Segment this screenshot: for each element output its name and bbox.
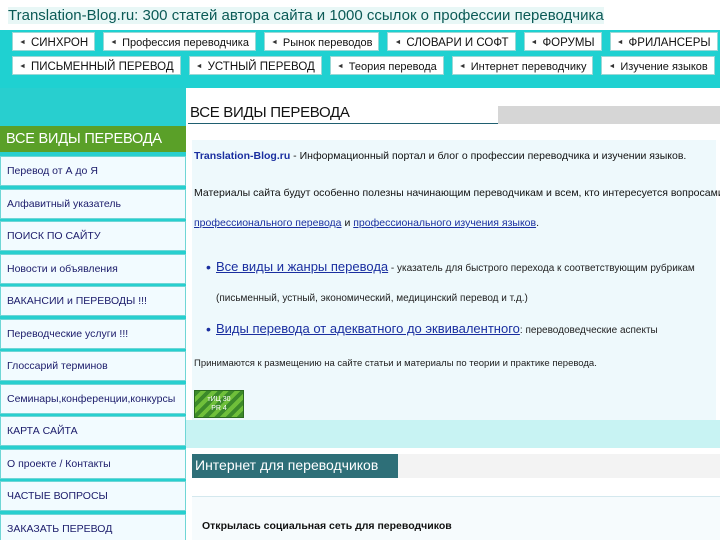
submission-note: Принимаются к размещению на сайте статьи… bbox=[194, 358, 597, 369]
chevron-left-icon: ◄ bbox=[616, 39, 624, 46]
sidebar: ВСЕ ВИДЫ ПЕРЕВОДА Перевод от А до Я Алфа… bbox=[0, 88, 186, 540]
professional-translation-link[interactable]: профессионального перевода bbox=[194, 217, 342, 229]
sidebar-item-vacancies[interactable]: ВАКАНСИИ и ПЕРЕВОДЫ !!! bbox=[0, 286, 186, 316]
sidebar-item-about[interactable]: О проекте / Контакты bbox=[0, 448, 186, 479]
nav-button-synchron[interactable]: ◄ СИНХРОН bbox=[12, 32, 96, 51]
chevron-left-icon: ◄ bbox=[530, 39, 538, 46]
chevron-left-icon: ◄ bbox=[19, 63, 26, 70]
link-list: Все виды и жанры перевода - указатель дл… bbox=[206, 252, 720, 346]
nav-button-languages[interactable]: ◄ Изучение языков bbox=[601, 56, 715, 75]
sidebar-item-faq[interactable]: ЧАСТЫЕ ВОПРОСЫ bbox=[0, 481, 186, 511]
chevron-left-icon: ◄ bbox=[608, 63, 616, 70]
sidebar-item-order[interactable]: ЗАКАЗАТЬ ПЕРЕВОД bbox=[0, 513, 186, 540]
sidebar-menu: Перевод от А до Я Алфавитный указатель П… bbox=[0, 156, 186, 540]
sidebar-item-services[interactable]: Переводческие услуги !!! bbox=[0, 318, 186, 349]
chevron-left-icon: ◄ bbox=[195, 63, 203, 70]
page-title: ВСЕ ВИДЫ ПЕРЕВОДА bbox=[188, 104, 500, 124]
sidebar-item-news[interactable]: Новости и объявления bbox=[0, 253, 186, 284]
list-item: Виды перевода от адекватного до эквивале… bbox=[206, 314, 720, 346]
post-panel bbox=[192, 496, 720, 540]
nav-button-market[interactable]: ◄ Рынок переводов bbox=[263, 32, 380, 51]
brand-link[interactable]: Translation-Blog.ru bbox=[194, 150, 290, 162]
site-title-text: Translation-Blog.ru: 300 статей автора с… bbox=[8, 7, 604, 24]
section-heading-fill bbox=[398, 454, 720, 478]
nav-button-profession[interactable]: ◄ Профессия переводчика bbox=[103, 32, 256, 51]
nav-row-1: ◄ СИНХРОН ◄ Профессия переводчика ◄ Рынок п… bbox=[12, 32, 718, 51]
header-bar: Translation-Blog.ru: 300 статей автора с… bbox=[0, 0, 720, 88]
all-types-link[interactable]: Все виды и жанры перевода bbox=[216, 259, 388, 274]
chevron-left-icon: ◄ bbox=[110, 39, 118, 46]
chevron-left-icon: ◄ bbox=[19, 39, 26, 46]
sidebar-item-glossary[interactable]: Глоссарий терминов bbox=[0, 351, 186, 381]
chevron-left-icon: ◄ bbox=[458, 63, 466, 70]
sidebar-item-index[interactable]: Алфавитный указатель bbox=[0, 188, 186, 219]
list-item: Все виды и жанры перевода - указатель дл… bbox=[206, 252, 720, 314]
nav-button-theory[interactable]: ◄ Теория перевода bbox=[329, 56, 444, 75]
sidebar-item-search[interactable]: ПОИСК ПО САЙТУ bbox=[0, 221, 186, 251]
title-bar-fill bbox=[498, 106, 720, 124]
nav-row-2: ◄ ПИСЬМЕННЫЙ ПЕРЕВОД ◄ УСТНЫЙ ПЕРЕВОД ◄ Тео… bbox=[12, 56, 715, 75]
section-divider bbox=[186, 420, 720, 448]
nav-button-written[interactable]: ◄ ПИСЬМЕННЫЙ ПЕРЕВОД bbox=[12, 56, 181, 75]
section-heading: Интернет для переводчиков bbox=[192, 454, 398, 478]
main-content: ВСЕ ВИДЫ ПЕРЕВОДА Translation-Blog.ru - … bbox=[186, 88, 720, 540]
rating-badge[interactable]: тИЦ 30 PR 4 bbox=[194, 390, 244, 418]
post-title[interactable]: Открылась социальная сеть для переводчик… bbox=[202, 520, 452, 532]
site-title: Translation-Blog.ru: 300 статей автора с… bbox=[0, 0, 720, 30]
sidebar-item-a-to-z[interactable]: Перевод от А до Я bbox=[0, 156, 186, 186]
intro-paragraph: Материалы сайта будут особенно полезны н… bbox=[194, 187, 720, 229]
nav-button-freelancers[interactable]: ◄ ФРИЛАНСЕРЫ bbox=[609, 32, 718, 51]
adequate-equivalent-link[interactable]: Виды перевода от адекватного до эквивале… bbox=[216, 321, 520, 336]
sidebar-item-sitemap[interactable]: КАРТА САЙТА bbox=[0, 416, 186, 446]
chevron-left-icon: ◄ bbox=[270, 39, 278, 46]
nav-button-internet[interactable]: ◄ Интернет переводчику bbox=[451, 56, 594, 75]
nav-button-forums[interactable]: ◄ ФОРУМЫ bbox=[523, 32, 602, 51]
language-learning-link[interactable]: профессионального изучения языков bbox=[353, 217, 536, 229]
sidebar-heading: ВСЕ ВИДЫ ПЕРЕВОДА bbox=[0, 126, 186, 152]
nav-button-oral[interactable]: ◄ УСТНЫЙ ПЕРЕВОД bbox=[188, 56, 322, 75]
chevron-left-icon: ◄ bbox=[394, 39, 402, 46]
intro-line: Translation-Blog.ru - Информационный пор… bbox=[194, 150, 687, 162]
chevron-left-icon: ◄ bbox=[336, 63, 344, 70]
sidebar-item-seminars[interactable]: Семинары,конференции,конкурсы bbox=[0, 383, 186, 414]
nav-button-dictionaries[interactable]: ◄ СЛОВАРИ И СОФТ bbox=[387, 32, 516, 51]
